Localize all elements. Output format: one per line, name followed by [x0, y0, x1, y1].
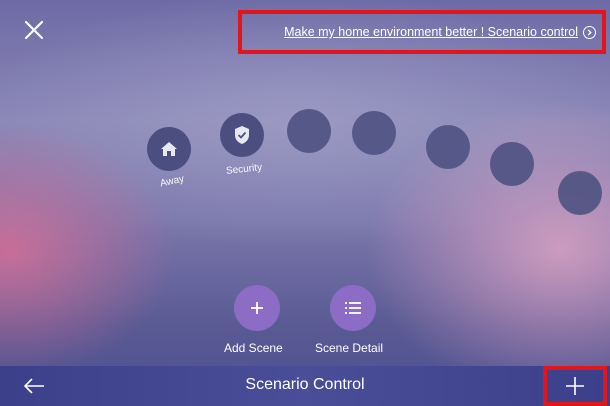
scene-away-label: Away — [159, 173, 186, 190]
add-button[interactable] — [543, 366, 607, 406]
scene-security-button[interactable] — [220, 113, 264, 157]
page-title: Scenario Control — [245, 376, 365, 393]
scene-detail-button[interactable] — [330, 285, 376, 331]
list-icon — [345, 302, 361, 314]
shield-check-icon — [235, 126, 249, 144]
scene-slot-4[interactable] — [352, 111, 396, 155]
scene-away-button[interactable] — [147, 127, 191, 171]
scenario-control-promo-link[interactable]: Make my home environment better ! Scenar… — [238, 10, 606, 54]
scene-detail-label: Scene Detail — [315, 341, 384, 355]
add-scene-button[interactable] — [234, 285, 280, 331]
scene-slot-3[interactable] — [287, 109, 331, 153]
home-icon — [161, 142, 177, 156]
promo-link-text: Make my home environment better ! Scenar… — [284, 25, 578, 39]
scene-slot-6[interactable] — [490, 142, 534, 186]
close-icon[interactable] — [18, 14, 50, 46]
bottom-navigation-bar: Scenario Control — [0, 366, 610, 406]
add-scene-label: Add Scene — [224, 341, 283, 355]
scene-security-label: Security — [225, 162, 263, 177]
scene-slot-7[interactable] — [558, 171, 602, 215]
circle-chevron-right-icon — [583, 25, 596, 39]
scene-slot-5[interactable] — [426, 125, 470, 169]
plus-icon — [566, 377, 584, 395]
plus-icon — [251, 302, 263, 314]
